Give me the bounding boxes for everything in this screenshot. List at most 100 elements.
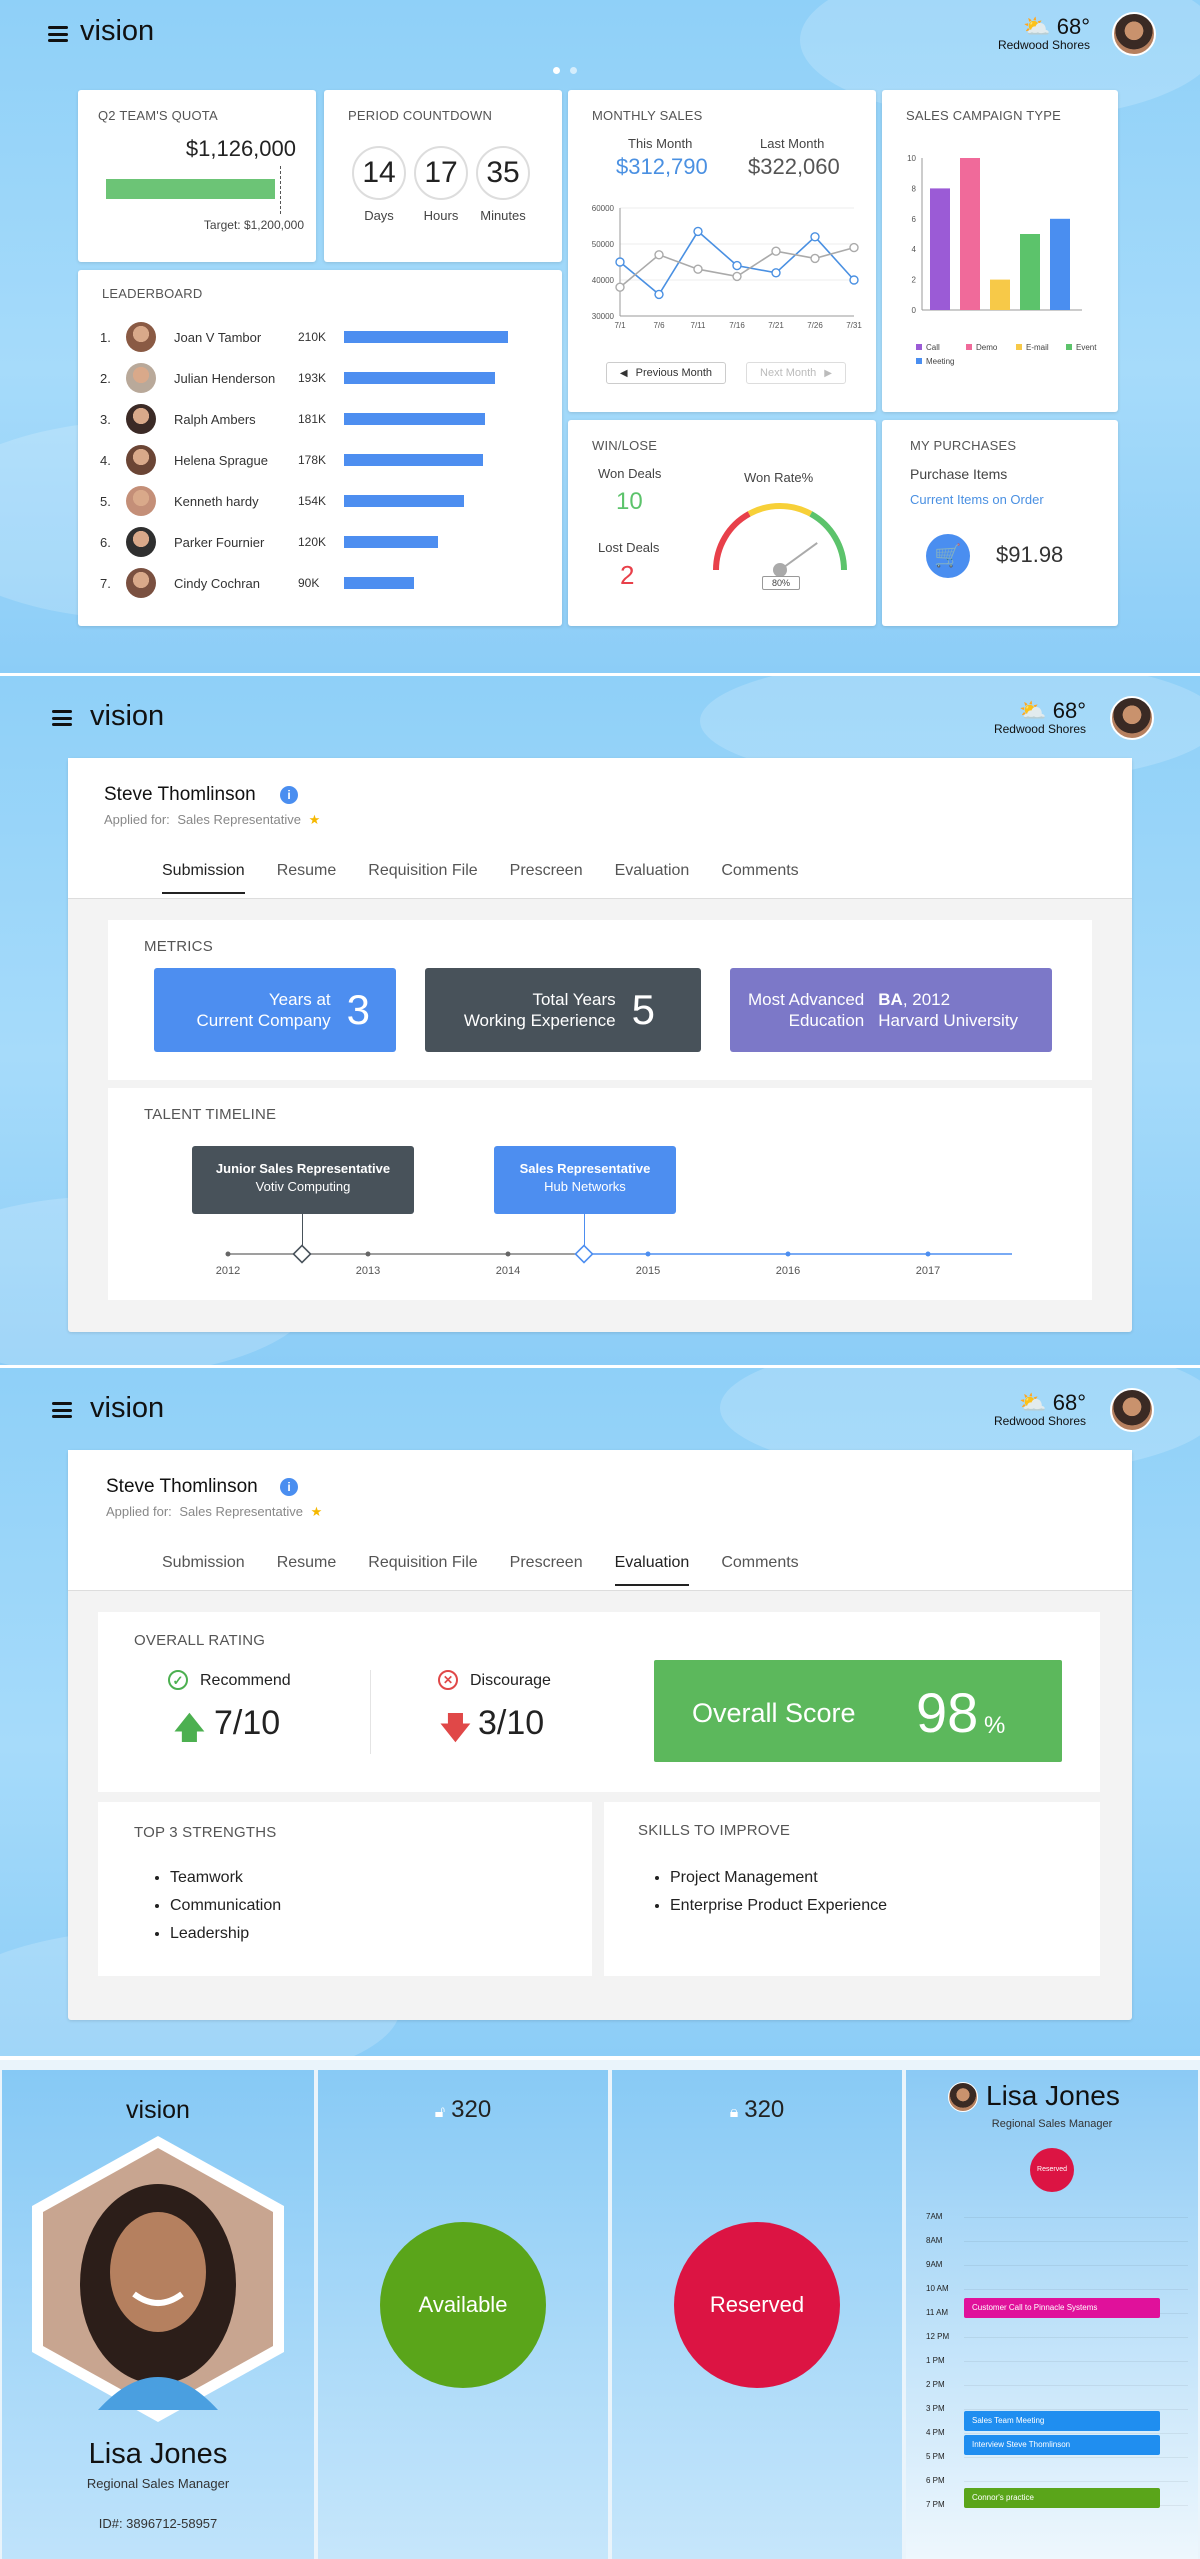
legend-swatch [916,358,922,364]
tab-resume[interactable]: Resume [261,1554,353,1586]
metrics-section: METRICS Years at Current Company 3 Total … [108,920,1092,1080]
room-status-reserved[interactable]: Reserved [674,2222,840,2388]
previous-month-button[interactable]: ◀ Previous Month [606,362,726,384]
info-icon[interactable]: i [280,1478,298,1496]
metric-total-years: Total Years Working Experience 5 [425,968,701,1052]
tiles-screen: vision Lisa Jones Regional Sales Manager… [0,2060,1200,2559]
leaderboard-bar [344,536,438,548]
current-items-link[interactable]: Current Items on Order [910,492,1044,507]
star-icon[interactable]: ★ [311,1504,323,1519]
strengths-item: Teamwork [170,1864,281,1892]
leaderboard-row[interactable]: 6. Parker Fournier 120K [100,525,438,559]
leaderboard-row[interactable]: 7. Cindy Cochran 90K [100,566,414,600]
applied-role: Sales Representative [179,1504,303,1519]
hours-value: 17 [414,146,468,200]
candidate-tabs: Submission Resume Requisition File Prescree… [146,862,815,894]
leaderboard-row[interactable]: 5. Kenneth hardy 154K [100,484,464,518]
weather-widget: ⛅ 68° Redwood Shores [998,14,1090,52]
leaderboard-bar [344,454,483,466]
cart-icon[interactable]: 🛒 [926,534,970,578]
monthly-sales-line-chart: 60000 50000 40000 300007/1 7/6 7/11 7/16 7/21 7/… [592,204,863,330]
gauge-arc [747,503,813,517]
user-avatar[interactable] [1110,696,1154,740]
campaign-title: SALES CAMPAIGN TYPE [906,108,1062,123]
schedule-time-label: 2 PM [926,2380,945,2389]
tab-evaluation[interactable]: Evaluation [599,862,706,894]
arrow-right-icon: ▶ [824,367,832,379]
timeline-job-sales[interactable]: Sales Representative Hub Networks [494,1146,676,1214]
top-bar: vision ⛅ 68° Redwood Shores [0,676,1200,746]
room-number: 320 [744,2096,785,2123]
tab-resume[interactable]: Resume [261,862,353,894]
tab-evaluation[interactable]: Evaluation [599,1554,706,1586]
schedule-hour-line [964,2457,1188,2458]
leaderboard-row[interactable]: 3. Ralph Ambers 181K [100,402,485,436]
data-point [849,242,859,253]
data-point [810,232,820,242]
minutes-value: 35 [476,146,530,200]
x-tick-label: 7/26 [807,321,823,330]
y-tick-label: 60000 [592,204,615,213]
schedule-role: Regional Sales Manager [991,2118,1113,2130]
tab-prescreen[interactable]: Prescreen [494,1554,599,1586]
weather-widget: ⛅ 68° Redwood Shores [994,698,1086,736]
schedule-event[interactable]: Interview Steve Thomlinson [964,2435,1160,2456]
schedule-time-label: 7AM [926,2212,943,2221]
schedule-reserved-badge[interactable]: Reserved [1030,2148,1074,2192]
legend-swatch [966,344,972,350]
tab-comments[interactable]: Comments [705,1554,814,1586]
days-value: 14 [352,146,406,200]
data-point [732,271,742,282]
user-avatar[interactable] [1112,12,1156,56]
bar-meeting [1050,218,1070,310]
schedule-hour-line [964,2265,1188,2266]
app-logo: vision [90,1392,165,1424]
avatar [126,486,156,516]
schedule-avatar [948,2082,978,2112]
schedule-event[interactable]: Connor's practice [964,2488,1160,2508]
leaderboard-row[interactable]: 1. Joan V Tambor 210K [100,320,508,354]
menu-icon[interactable] [48,26,68,42]
schedule-hour-line [964,2241,1188,2242]
info-icon[interactable]: i [280,786,298,804]
star-icon[interactable]: ★ [309,812,321,827]
timeline-job-junior[interactable]: Junior Sales Representative Votiv Comput… [192,1146,414,1214]
leaderboard-row[interactable]: 2. Julian Henderson 193K [100,361,495,395]
menu-icon[interactable] [52,1402,72,1418]
metric-years-company-value: 3 [346,986,370,1033]
gauge-hub [773,563,787,577]
tab-requisition-file[interactable]: Requisition File [352,1554,493,1586]
tab-comments[interactable]: Comments [705,862,814,894]
page-indicator-dot-active[interactable] [553,67,560,74]
rank: 1. [100,329,111,345]
tab-requisition-file[interactable]: Requisition File [352,862,493,894]
tabs-divider [68,898,1132,899]
schedule-event[interactable]: Customer Call to Pinnacle Systems [964,2298,1160,2319]
schedule-time-label: 1 PM [926,2356,945,2365]
avatar [126,568,156,598]
campaign-bar-chart: 10 8 6 4 2 0 Call Demo E-mail Event Meeting [907,154,1097,366]
purchases-subtitle: Purchase Items [910,466,1008,482]
monthly-sales-card: MONTHLY SALES This Month $312,790 Last M… [568,90,876,412]
room-status-available[interactable]: Available [380,2222,546,2388]
metric-education: Most Advanced Education BA, 2012 Harvard U… [730,968,1052,1052]
next-month-button[interactable]: Next Month ▶ [746,362,846,384]
schedule-time-label: 6 PM [926,2476,945,2485]
bar-event [1020,234,1040,310]
tab-prescreen[interactable]: Prescreen [494,862,599,894]
applied-for-label: Applied for: [104,812,170,827]
schedule-hour-line [964,2337,1188,2338]
overall-score-box: Overall Score 98 % [654,1660,1062,1762]
countdown-days: 14 Days [352,146,406,223]
tab-submission[interactable]: Submission [146,1554,261,1586]
schedule-hour-line [964,2385,1188,2386]
leaderboard-row[interactable]: 4. Helena Sprague 178K [100,443,483,477]
timeline-year: 2017 [916,1265,940,1277]
schedule-event[interactable]: Sales Team Meeting [964,2411,1160,2432]
page-indicator-dot[interactable] [570,67,577,74]
user-avatar[interactable] [1110,1388,1154,1432]
menu-icon[interactable] [52,710,72,726]
cloud-sun-icon: ⛅ [1023,14,1051,39]
app-logo: vision [126,2096,190,2124]
tab-submission[interactable]: Submission [146,862,261,894]
